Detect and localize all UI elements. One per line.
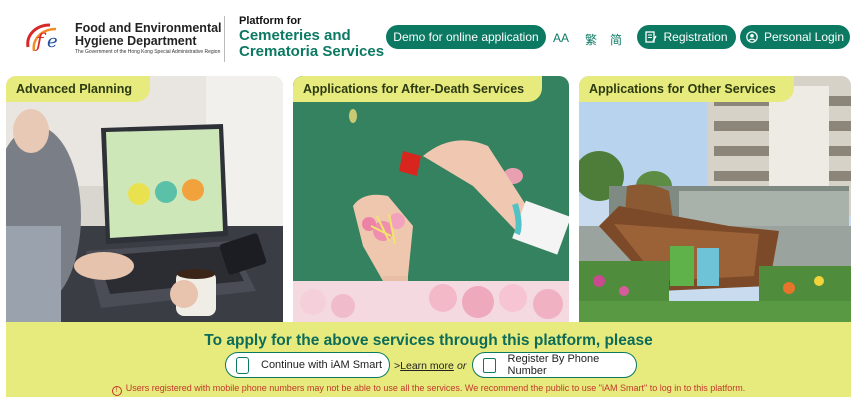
platform-name-line2: Crematoria Services [239, 43, 385, 60]
card-label-after-death-services: Applications for After-Death Services [293, 76, 543, 102]
card-label-advanced-planning: Advanced Planning [6, 76, 150, 102]
register-by-phone-button[interactable]: Register By Phone Number [472, 352, 637, 378]
apply-title: To apply for the above services through … [204, 332, 653, 349]
site-header: f e Food and Environmental Hygiene Depar… [0, 0, 853, 76]
phone-icon [483, 357, 496, 373]
or-separator: or [457, 360, 467, 372]
fehd-logo-icon[interactable]: f e [22, 17, 72, 55]
platform-title: Platform for Cemeteries and Crematoria S… [239, 15, 384, 60]
department-name: Food and Environmental Hygiene Departmen… [75, 22, 222, 56]
card-advanced-planning[interactable]: Advanced Planning [6, 76, 283, 322]
laptop-photo [6, 76, 283, 322]
iam-smart-label: Continue with iAM Smart [261, 359, 383, 371]
registration-label: Registration [663, 30, 728, 44]
register-by-phone-label: Register By Phone Number [507, 353, 600, 377]
phone-registration-notice: ! Users registered with mobile phone numb… [6, 383, 851, 396]
card-after-death-services[interactable]: Applications for After-Death Services [293, 76, 569, 322]
petals-photo [293, 76, 569, 322]
iam-smart-icon [236, 356, 249, 374]
learn-more-label: Learn more [400, 360, 454, 372]
department-title-line2: Hygiene Department [75, 34, 197, 48]
personal-login-label: Personal Login [763, 30, 845, 44]
lang-traditional-chinese[interactable]: 繁 [585, 31, 597, 48]
demo-button-label: Demo for online application [393, 30, 539, 44]
warning-icon: ! [111, 386, 122, 396]
iam-smart-button[interactable]: Continue with iAM Smart [225, 352, 390, 378]
notice-text: Users registered with mobile phone numbe… [125, 383, 746, 393]
columbarium-photo [579, 76, 851, 322]
registration-button[interactable]: Registration [637, 25, 736, 49]
learn-more-link[interactable]: >Learn more [394, 360, 454, 372]
personal-login-button[interactable]: Personal Login [740, 25, 850, 49]
card-other-services[interactable]: Applications for Other Services [579, 76, 851, 322]
user-icon [746, 31, 758, 43]
svg-text:e: e [47, 31, 58, 52]
header-divider [224, 16, 225, 62]
platform-name-line1: Cemeteries and [239, 27, 351, 44]
demo-button[interactable]: Demo for online application [386, 25, 546, 49]
apply-section: To apply for the above services through … [6, 322, 851, 397]
department-subtitle: The Government of the Hong Kong Special … [75, 49, 221, 55]
lang-simplified-chinese[interactable]: 简 [610, 31, 622, 48]
card-label-other-services: Applications for Other Services [579, 76, 794, 102]
registration-form-icon [645, 31, 658, 43]
font-size-toggle[interactable]: AA [553, 31, 569, 45]
